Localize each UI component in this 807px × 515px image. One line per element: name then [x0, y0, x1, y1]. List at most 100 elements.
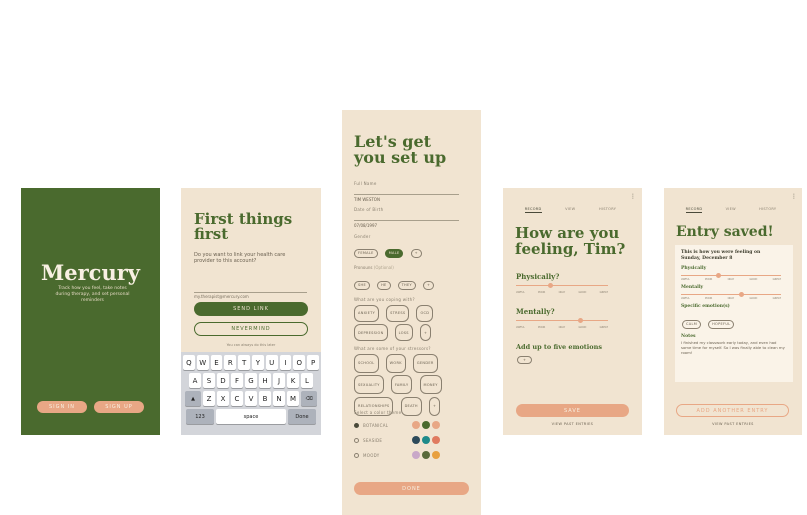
- sign-in-button[interactable]: SIGN IN: [37, 401, 87, 413]
- dob-field[interactable]: 07/08/1997: [354, 212, 459, 228]
- done-key[interactable]: Done: [288, 409, 316, 424]
- key[interactable]: P: [307, 355, 319, 370]
- key[interactable]: S: [203, 373, 215, 388]
- save-button[interactable]: SAVE: [516, 404, 629, 417]
- source-chip-sexuality[interactable]: SEXUALITY: [354, 375, 384, 394]
- radio-icon[interactable]: [354, 452, 359, 458]
- key[interactable]: W: [196, 355, 209, 370]
- add-another-entry-button[interactable]: ADD ANOTHER ENTRY: [676, 404, 789, 417]
- key[interactable]: R: [224, 355, 237, 370]
- tab-view[interactable]: VIEW: [565, 207, 575, 213]
- theme-option-seaside[interactable]: SEASIDE: [354, 436, 469, 444]
- slider-knob[interactable]: [578, 317, 583, 323]
- coping-chip-add[interactable]: +: [419, 324, 432, 341]
- key[interactable]: N: [273, 391, 285, 406]
- coping-chip-stress[interactable]: STRESS: [386, 304, 410, 322]
- scale-label: POOR: [538, 326, 546, 329]
- key[interactable]: C: [231, 391, 243, 406]
- shift-key-icon[interactable]: ▲: [185, 391, 201, 406]
- page-title: Entry saved!: [676, 224, 774, 240]
- key[interactable]: F: [231, 373, 243, 388]
- physical-slider[interactable]: [516, 282, 608, 288]
- source-chip-death[interactable]: DEATH: [400, 396, 422, 416]
- pronoun-chip-he[interactable]: HE: [377, 280, 391, 290]
- pronoun-chip-she[interactable]: SHE: [354, 280, 370, 290]
- key[interactable]: A: [189, 373, 201, 388]
- backspace-key-icon[interactable]: ⌫: [301, 391, 317, 406]
- emotions-label: Specific emotion(s): [681, 304, 730, 309]
- key[interactable]: I: [279, 355, 292, 370]
- physically-label: Physically: [681, 266, 707, 271]
- gender-chip-male[interactable]: MALE: [384, 248, 404, 258]
- numbers-key[interactable]: 123: [186, 409, 214, 424]
- key[interactable]: B: [259, 391, 271, 406]
- more-menu-icon[interactable]: ⋮: [791, 194, 797, 200]
- pronoun-chip-add[interactable]: +: [423, 280, 435, 290]
- scale-label: GREAT: [599, 326, 608, 329]
- physical-scale: AWFUL POOR OKAY GOOD GREAT: [516, 291, 608, 294]
- gender-chip-female[interactable]: FEMALE: [354, 248, 378, 258]
- gender-chip-add[interactable]: +: [410, 248, 422, 258]
- full-name-field[interactable]: TIM WESTON: [354, 186, 459, 202]
- theme-option-moody[interactable]: MOODY: [354, 451, 469, 459]
- key[interactable]: Z: [203, 391, 215, 406]
- swatch: [432, 436, 440, 444]
- coping-chip-loss[interactable]: LOSS: [394, 324, 413, 341]
- pronouns-optional: (Optional): [373, 265, 394, 270]
- scale-label: OKAY: [558, 326, 566, 329]
- key[interactable]: M: [287, 391, 299, 406]
- space-key[interactable]: space: [216, 409, 286, 424]
- send-link-button[interactable]: SEND LINK: [194, 302, 308, 316]
- coping-chip-anxiety[interactable]: ANXIETY: [354, 304, 380, 322]
- done-button[interactable]: DONE: [354, 482, 469, 495]
- radio-icon[interactable]: [354, 422, 359, 428]
- email-field[interactable]: my.therapist@mercury.com: [194, 283, 307, 299]
- sign-up-button[interactable]: SIGN UP: [94, 401, 144, 413]
- tab-view[interactable]: VIEW: [726, 207, 736, 213]
- pronoun-chip-they[interactable]: THEY: [397, 280, 416, 290]
- scale-label: AWFUL: [516, 326, 525, 329]
- gender-chips: FEMALE MALE +: [353, 239, 473, 259]
- emotion-chip-hopeful: HOPEFUL: [708, 319, 735, 329]
- source-chip-money[interactable]: MONEY: [419, 375, 442, 394]
- key[interactable]: G: [245, 373, 257, 388]
- view-past-entries-link[interactable]: VIEW PAST ENTRIES: [664, 422, 802, 426]
- key[interactable]: T: [238, 355, 250, 370]
- tab-record[interactable]: RECORD: [685, 207, 703, 213]
- key[interactable]: O: [293, 355, 306, 370]
- key[interactable]: H: [259, 373, 271, 388]
- key[interactable]: Q: [183, 355, 195, 370]
- source-chip-add[interactable]: +: [428, 396, 441, 416]
- key[interactable]: V: [245, 391, 257, 406]
- key[interactable]: Y: [252, 355, 264, 370]
- mental-slider[interactable]: [516, 317, 608, 323]
- slider-knob[interactable]: [548, 282, 553, 288]
- source-chip-family[interactable]: FAMILY: [390, 375, 413, 394]
- radio-icon[interactable]: [354, 437, 359, 443]
- pronouns-label-row: Pronouns (Optional): [354, 265, 394, 270]
- scale-label: GREAT: [772, 278, 781, 281]
- coping-chip-depression[interactable]: DEPRESSION: [354, 324, 388, 341]
- key[interactable]: X: [217, 391, 229, 406]
- tab-record[interactable]: RECORD: [524, 207, 542, 213]
- key[interactable]: J: [273, 373, 285, 388]
- tab-history[interactable]: HISTORY: [599, 207, 616, 213]
- source-chip-school[interactable]: SCHOOL: [354, 353, 379, 373]
- nevermind-button[interactable]: NEVERMIND: [194, 322, 308, 336]
- full-name-value: TIM WESTON: [354, 197, 380, 202]
- slider-track: [516, 285, 608, 286]
- key[interactable]: L: [301, 373, 313, 388]
- view-past-entries-link[interactable]: VIEW PAST ENTRIES: [503, 422, 642, 426]
- tab-history[interactable]: HISTORY: [759, 207, 776, 213]
- source-chip-gender[interactable]: GENDER: [412, 353, 438, 373]
- key[interactable]: E: [210, 355, 223, 370]
- key[interactable]: U: [265, 355, 278, 370]
- coping-chip-ocd[interactable]: OCD: [416, 304, 434, 322]
- key[interactable]: D: [217, 373, 229, 388]
- theme-option-botanical[interactable]: BOTANICAL: [354, 421, 469, 429]
- add-emotion-button[interactable]: +: [517, 356, 533, 364]
- source-chip-work[interactable]: WORK: [385, 353, 406, 373]
- key[interactable]: K: [287, 373, 299, 388]
- swatch: [412, 421, 420, 429]
- more-menu-icon[interactable]: ⋮: [630, 194, 636, 200]
